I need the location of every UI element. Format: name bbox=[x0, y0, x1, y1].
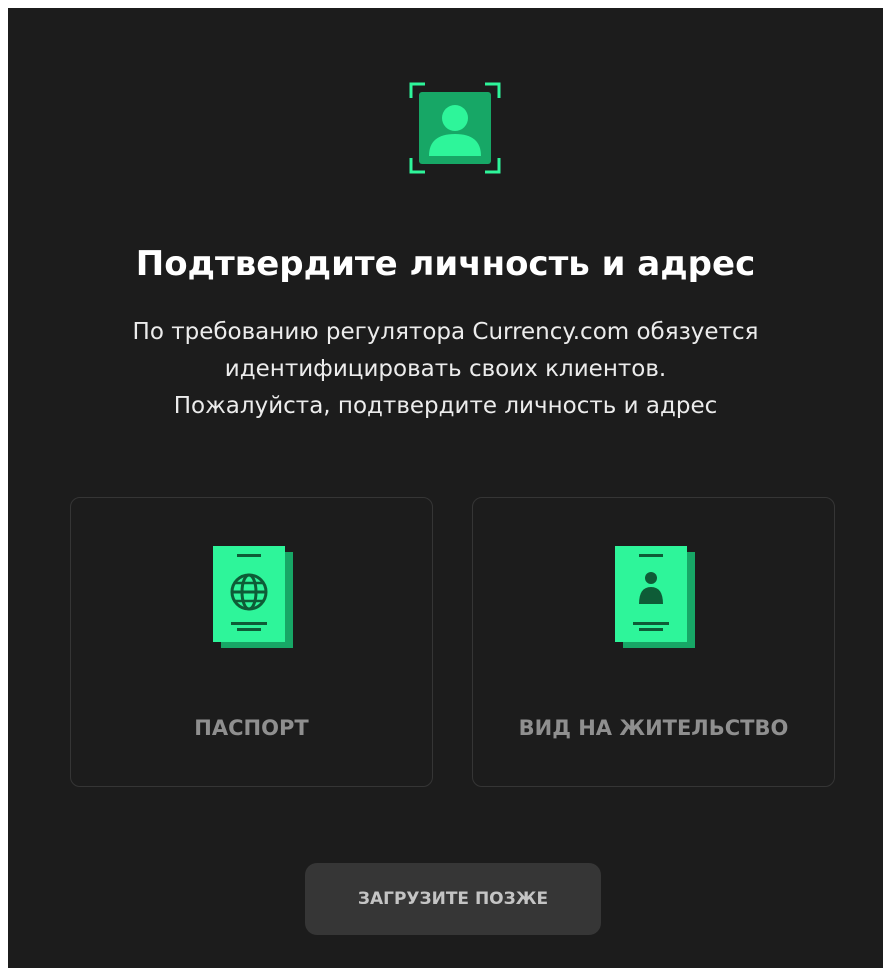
passport-option-card[interactable]: ПАСПОРТ bbox=[70, 497, 433, 787]
description-line: Пожалуйста, подтвердите личность и адрес bbox=[173, 393, 718, 419]
face-id-icon bbox=[409, 82, 501, 174]
upload-later-button[interactable]: ЗАГРУЗИТЕ ПОЗЖЕ bbox=[305, 863, 601, 935]
residence-permit-label: ВИД НА ЖИТЕЛЬСТВО bbox=[518, 716, 789, 740]
passport-icon bbox=[213, 546, 293, 648]
passport-label: ПАСПОРТ bbox=[194, 716, 309, 740]
page-title: Подтвердите личность и адрес bbox=[135, 244, 756, 284]
description-line: По требованию регулятора Currency.com об… bbox=[132, 319, 759, 345]
description: По требованию регулятора Currency.com об… bbox=[8, 314, 883, 425]
residence-permit-icon bbox=[615, 546, 695, 648]
verification-panel: Подтвердите личность и адрес По требован… bbox=[8, 8, 883, 968]
description-line: идентифицировать своих клиентов. bbox=[224, 356, 667, 382]
residence-permit-option-card[interactable]: ВИД НА ЖИТЕЛЬСТВО bbox=[472, 497, 835, 787]
